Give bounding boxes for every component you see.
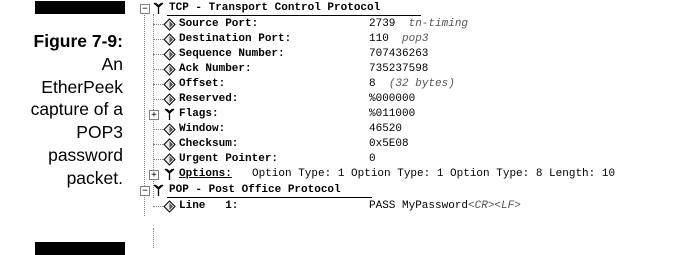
field-row-reserved[interactable]: Reserved: %000000 — [139, 92, 687, 107]
field-value: %011000 — [369, 107, 415, 122]
tree-branch — [153, 206, 163, 207]
field-label: Window: — [179, 123, 226, 135]
pop-header-label: POP - Post Office Protocol — [169, 184, 341, 196]
diamond-field-icon — [163, 63, 176, 76]
value-desc: (32 bytes) — [388, 78, 455, 90]
tree-branch — [153, 54, 163, 55]
field-label: Flags: — [179, 108, 219, 120]
field-row-source-port[interactable]: Source Port: 2739 tn-timing — [139, 17, 687, 32]
caption-line: capture of a — [30, 99, 123, 120]
field-label: Checksum: — [179, 138, 239, 150]
field-row-offset[interactable]: Offset: 8 (32 bytes) — [139, 77, 687, 92]
field-row-options[interactable]: + Options: Option Type: 1 Option Type: 1… — [139, 167, 687, 182]
caption-line: packet. — [66, 167, 123, 188]
pop-header-underline — [167, 197, 372, 198]
value-text: 110 — [369, 33, 389, 45]
field-value: 735237598 — [369, 62, 428, 77]
field-row-window[interactable]: Window: 46520 — [139, 122, 687, 137]
field-label: Reserved: — [179, 93, 239, 105]
tcp-protocol-row[interactable]: − TCP - Transport Control Protocol — [139, 1, 687, 16]
value-desc: pop3 — [402, 33, 429, 45]
value-text: %000000 — [369, 93, 416, 105]
tree-guide-pop — [153, 228, 154, 248]
tree-branch — [153, 99, 163, 100]
expand-icon[interactable]: + — [149, 110, 159, 120]
field-row-checksum[interactable]: Checksum: 0x5E08 — [139, 137, 687, 152]
tree-branch — [153, 69, 163, 70]
field-value: 0x5E08 — [369, 137, 409, 152]
field-label: Sequence Number: — [179, 48, 285, 60]
field-row-sequence-number[interactable]: Sequence Number: 707436263 — [139, 47, 687, 62]
expand-icon[interactable]: + — [149, 170, 159, 180]
antenna-protocol-icon — [153, 184, 164, 196]
tree-branch — [153, 159, 163, 160]
antenna-protocol-icon — [164, 108, 175, 120]
value-text: 8 — [369, 78, 376, 90]
value-text: %011000 — [369, 108, 416, 120]
tcp-header-label: TCP - Transport Control Protocol — [169, 2, 381, 14]
field-value: 110 pop3 — [369, 32, 428, 47]
field-label: Ack Number: — [179, 63, 252, 75]
pop-protocol-row[interactable]: − POP - Post Office Protocol — [139, 183, 687, 198]
caption-bottom-bar — [35, 242, 125, 255]
caption-line: POP3 — [76, 122, 123, 143]
field-label: Destination Port: — [179, 33, 292, 45]
tree-branch — [153, 129, 163, 130]
caption-line: An — [101, 53, 123, 74]
diamond-field-icon — [163, 138, 176, 151]
antenna-protocol-icon — [164, 168, 175, 180]
field-row-destination-port[interactable]: Destination Port: 110 pop3 — [139, 32, 687, 47]
diamond-field-icon — [163, 48, 176, 61]
caption-top-bar — [35, 1, 125, 14]
tcp-header-underline — [167, 15, 421, 16]
value-text: 0x5E08 — [369, 138, 409, 150]
field-label: Urgent Pointer: — [179, 153, 279, 165]
diamond-field-icon — [163, 18, 176, 31]
tree-branch — [153, 144, 163, 145]
field-row-pop-line[interactable]: Line 1: PASS MyPassword<CR><LF> — [139, 199, 687, 214]
value-text: 735237598 — [369, 63, 429, 75]
antenna-protocol-icon — [153, 2, 164, 14]
caption-line: password — [48, 144, 123, 165]
value-text: 2739 — [369, 18, 396, 30]
value-desc: <CR><LF> — [468, 200, 521, 212]
field-label: Source Port: — [179, 18, 259, 30]
caption-text: Figure 7-9: An EtherPeek capture of a PO… — [0, 30, 123, 190]
diamond-field-icon — [163, 200, 176, 213]
field-value: 2739 tn-timing — [369, 17, 468, 32]
diamond-field-icon — [163, 153, 176, 166]
field-row-urgent-pointer[interactable]: Urgent Pointer: 0 — [139, 152, 687, 167]
collapse-icon[interactable]: − — [140, 186, 150, 196]
field-value: %000000 — [369, 92, 415, 107]
tree-branch — [153, 24, 163, 25]
value-text: 707436263 — [369, 48, 429, 60]
tree-branch — [153, 84, 163, 85]
figure-caption: Figure 7-9: An EtherPeek capture of a PO… — [0, 0, 131, 255]
figure-label: Figure 7-9: — [33, 31, 123, 51]
value-text: 0 — [369, 153, 376, 165]
field-label: Offset: — [179, 78, 226, 90]
field-value: PASS MyPassword<CR><LF> — [369, 199, 521, 214]
packet-decode-tree: − TCP - Transport Control Protocol Sourc… — [139, 0, 687, 255]
field-value: 8 (32 bytes) — [369, 77, 455, 92]
field-label: Line 1: — [179, 200, 239, 212]
diamond-field-icon — [163, 78, 176, 91]
value-desc: tn-timing — [408, 18, 469, 30]
tree-branch — [153, 39, 163, 40]
field-value: 46520 — [369, 122, 402, 137]
field-value: 707436263 — [369, 47, 428, 62]
value-text: PASS MyPassword — [369, 200, 469, 212]
caption-line: EtherPeek — [41, 76, 123, 97]
collapse-icon[interactable]: − — [140, 4, 150, 14]
value-text: 46520 — [369, 123, 403, 135]
field-row-ack-number[interactable]: Ack Number: 735237598 — [139, 62, 687, 77]
diamond-field-icon — [163, 33, 176, 46]
field-row-flags[interactable]: + Flags: %011000 — [139, 107, 687, 122]
options-text: Option Type: 1 Option Type: 1 Option Typ… — [252, 168, 616, 180]
diamond-field-icon — [163, 123, 176, 136]
diamond-field-icon — [163, 93, 176, 106]
field-value: 0 — [369, 152, 376, 167]
options-label: Options: — [179, 168, 232, 180]
